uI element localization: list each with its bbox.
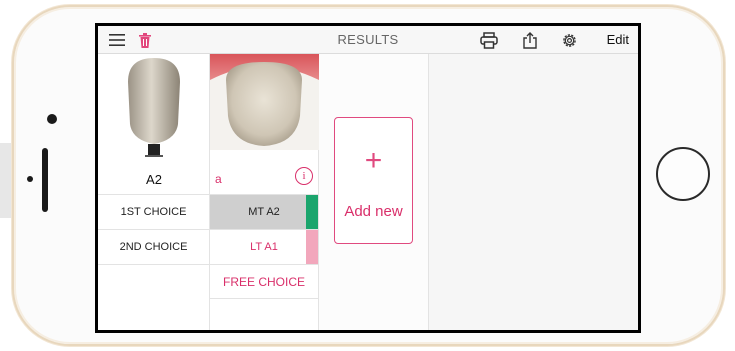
reference-column: A2 1ST CHOICE 2ND CHOICE [98,54,210,330]
reference-shade-label: A2 [146,172,162,187]
add-column: + Add new [319,54,429,330]
second-match-row[interactable]: LT A1 [210,229,318,264]
first-choice-label: 1ST CHOICE [120,206,187,218]
result-column: a i MT A2 LT A1 FREE CHOICE [210,54,319,330]
second-choice-row: 2ND CHOICE [98,229,209,264]
first-choice-row: 1ST CHOICE [98,194,209,229]
proximity-sensor [27,176,33,182]
app-window: RESULTS Edit A2 1ST CHOICE 2ND CHOICE a … [98,26,638,330]
info-icon[interactable]: i [295,167,313,185]
phone-screen: RESULTS Edit A2 1ST CHOICE 2ND CHOICE a … [95,23,641,333]
reference-shade-tab [128,58,180,157]
printer-icon[interactable] [479,31,499,49]
shade-marker: a [215,172,222,186]
second-match-label: LT A1 [250,241,278,253]
page-title: RESULTS [337,32,399,47]
empty-row [98,264,209,299]
mt-color-bar [306,195,318,229]
add-new-label: Add new [344,203,403,220]
plus-icon: + [364,144,383,177]
toolbar: RESULTS Edit [98,26,638,54]
results-content: A2 1ST CHOICE 2ND CHOICE a i MT A2 LT A1… [98,54,638,330]
settings-icon[interactable] [560,31,578,49]
second-choice-label: 2ND CHOICE [119,241,188,253]
free-choice-button[interactable]: FREE CHOICE [210,264,318,299]
lt-color-bar [306,230,318,264]
trash-icon[interactable] [138,31,152,49]
tooth-photo[interactable] [210,54,319,150]
speaker-grille [42,148,48,212]
first-match-row[interactable]: MT A2 [210,194,318,229]
empty-panel [429,54,638,330]
menu-icon[interactable] [108,31,126,49]
front-camera [47,114,57,124]
add-new-button[interactable]: + Add new [334,117,413,244]
home-button[interactable] [656,147,710,201]
free-choice-label: FREE CHOICE [222,274,305,289]
share-icon[interactable] [522,31,538,49]
first-match-label: MT A2 [248,206,280,218]
edit-button[interactable]: Edit [607,26,629,54]
